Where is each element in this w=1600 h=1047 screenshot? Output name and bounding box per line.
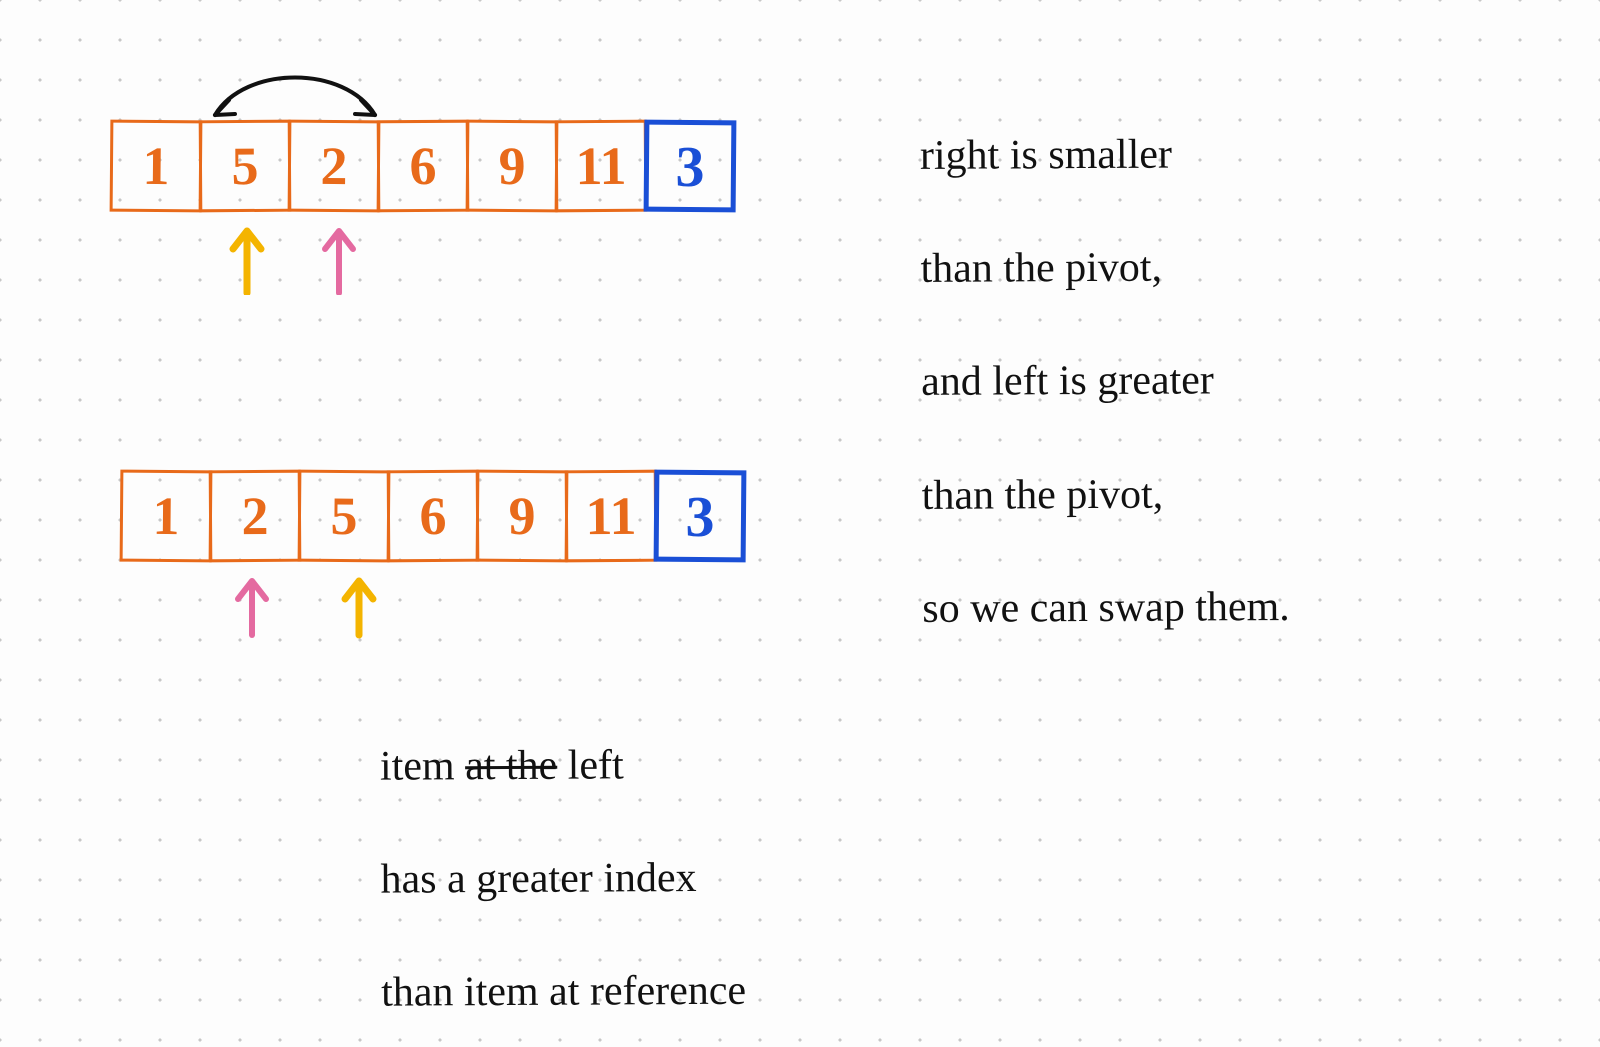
cell-pivot: 3 (644, 120, 737, 213)
cell-value: 3 (685, 482, 715, 549)
note-line: and left is greater (921, 358, 1214, 406)
cell: 2 (209, 470, 302, 563)
cell: 5 (199, 120, 292, 213)
txt: item (380, 743, 465, 789)
array-row-1: 1 5 2 6 9 11 3 (110, 120, 736, 212)
cell: 5 (298, 470, 391, 563)
txt-strike: at the (465, 742, 557, 788)
cell: 2 (288, 120, 381, 213)
cell-value: 2 (320, 135, 348, 197)
cell: 6 (377, 120, 470, 213)
cell: 11 (555, 120, 648, 213)
cell: 1 (110, 120, 203, 213)
cell-value: 3 (675, 132, 705, 199)
cell: 9 (466, 120, 559, 213)
cell-value: 1 (142, 135, 170, 197)
left-pointer-arrow (225, 225, 269, 295)
right-pointer-arrow (317, 225, 361, 295)
cell: 11 (565, 470, 658, 563)
note-line: than the pivot, (920, 245, 1162, 292)
cell-value: 6 (409, 135, 436, 197)
cell-value: 5 (231, 135, 258, 197)
cell: 6 (387, 470, 480, 563)
note-line: right is smaller (920, 131, 1172, 178)
cell: 1 (120, 470, 213, 563)
cell-value: 6 (419, 485, 446, 547)
note-line: has a greater index (380, 855, 696, 903)
txt: left (557, 742, 624, 788)
annotation-swap-explain: right is smaller than the pivot, and lef… (899, 69, 1290, 638)
cell-value: 11 (585, 485, 636, 547)
cell-value: 11 (575, 135, 626, 197)
cell-value: 5 (330, 485, 358, 547)
cell-value: 9 (508, 485, 536, 547)
note-line: than item at reference (381, 968, 746, 1016)
note-line-partial: item at the left (380, 742, 624, 789)
cell-value: 9 (498, 135, 526, 197)
note-line: than the pivot, (922, 471, 1164, 518)
cell-value: 1 (152, 485, 180, 547)
cell-value: 2 (241, 485, 268, 547)
annotation-finished-compare: item at the left has a greater index tha… (359, 678, 1037, 1047)
right-pointer-arrow (230, 575, 274, 645)
note-line: so we can swap them. (922, 584, 1290, 632)
array-row-2: 1 2 5 6 9 11 3 (120, 470, 746, 562)
left-pointer-arrow (337, 575, 381, 645)
cell: 9 (476, 470, 569, 563)
cell-pivot: 3 (654, 470, 747, 563)
